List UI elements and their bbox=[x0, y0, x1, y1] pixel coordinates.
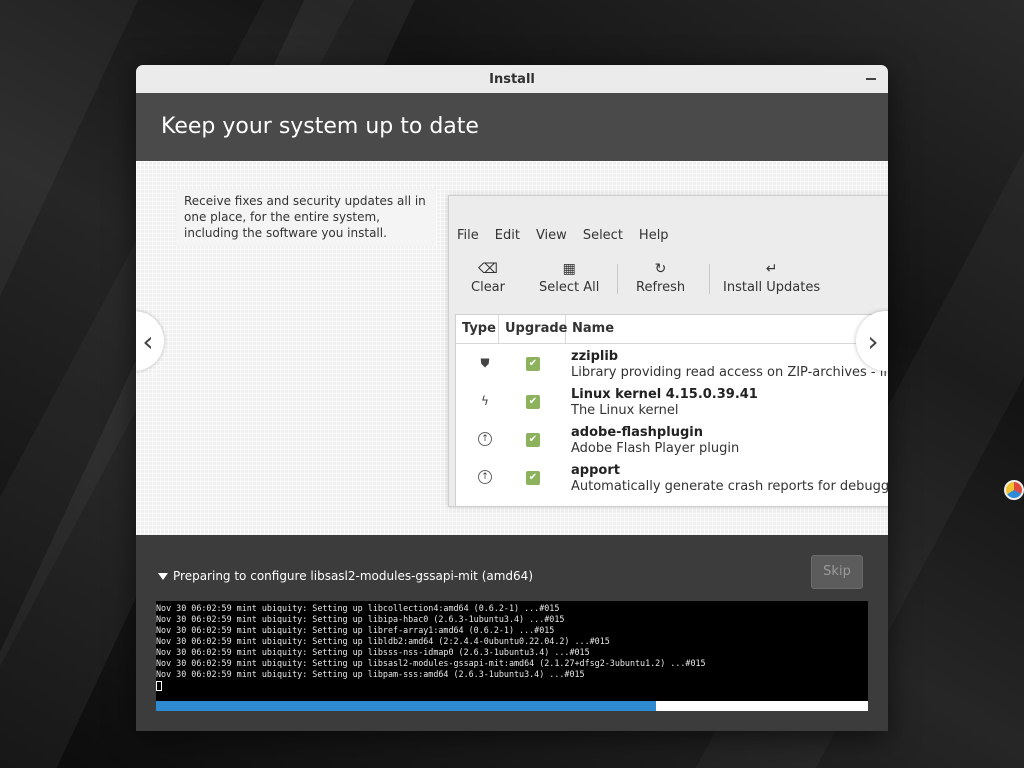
column-type: Type bbox=[456, 315, 499, 343]
menu-view: View bbox=[535, 227, 567, 243]
update-manager-screenshot: File Edit View Select Help ⌫ Clear ▦ Sel… bbox=[448, 195, 888, 507]
refresh-label: Refresh bbox=[636, 280, 686, 295]
table-header: Type Upgrade Name bbox=[456, 315, 888, 344]
backspace-icon: ⌫ bbox=[478, 261, 498, 277]
install-log-terminal[interactable]: Nov 30 06:02:59 mint ubiquity: Setting u… bbox=[156, 601, 868, 701]
table-row: ϟ ✔ Linux kernel 4.15.0.39.41 The Linux … bbox=[456, 382, 888, 420]
install-status-text: Preparing to configure libsasl2-modules-… bbox=[173, 569, 533, 583]
clear-label: Clear bbox=[471, 280, 505, 295]
package-description: Automatically generate crash reports for… bbox=[571, 479, 888, 494]
slide-description: Receive fixes and security updates all i… bbox=[176, 189, 436, 247]
select-all-button: ▦ Select All bbox=[539, 258, 599, 295]
install-icon: ↵ bbox=[765, 261, 778, 277]
menu-select: Select bbox=[582, 227, 623, 243]
chevron-left-icon: ‹ bbox=[142, 324, 154, 358]
log-line: Nov 30 06:02:59 mint ubiquity: Setting u… bbox=[156, 658, 706, 668]
desktop-app-icon[interactable] bbox=[1004, 480, 1024, 500]
menu-edit: Edit bbox=[494, 227, 520, 243]
log-line: Nov 30 06:02:59 mint ubiquity: Setting u… bbox=[156, 647, 590, 657]
progress-bar bbox=[156, 701, 868, 711]
toolbar-separator bbox=[617, 264, 618, 294]
package-name: Linux kernel 4.15.0.39.41 bbox=[571, 387, 758, 402]
log-line: Nov 30 06:02:59 mint ubiquity: Setting u… bbox=[156, 669, 585, 679]
window-titlebar[interactable]: Install bbox=[136, 65, 888, 93]
previous-slide-button[interactable]: ‹ bbox=[136, 311, 164, 371]
checkbox-checked-icon: ✔ bbox=[526, 433, 540, 447]
slide-title: Keep your system up to date bbox=[161, 114, 479, 139]
menu-help: Help bbox=[638, 227, 669, 243]
arrow-up-circle-icon: ↑ bbox=[478, 470, 492, 484]
clear-button: ⌫ Clear bbox=[471, 258, 505, 295]
chevron-right-icon: › bbox=[867, 324, 879, 358]
expander-triangle-icon[interactable] bbox=[158, 572, 168, 580]
table-row: ⛊ ✔ zziplib Library providing read acces… bbox=[456, 344, 888, 382]
install-updates-button: ↵ Install Updates bbox=[723, 258, 820, 295]
menu-file: File bbox=[457, 227, 479, 243]
install-updates-label: Install Updates bbox=[723, 280, 821, 295]
arrow-up-circle-icon: ↑ bbox=[478, 432, 492, 446]
refresh-button: ↻ Refresh bbox=[636, 258, 685, 295]
package-description: Library providing read access on ZIP-arc… bbox=[571, 365, 888, 380]
install-progress-panel: Preparing to configure libsasl2-modules-… bbox=[136, 535, 888, 731]
package-name: zziplib bbox=[571, 349, 619, 364]
skip-button[interactable]: Skip bbox=[811, 555, 863, 589]
select-all-label: Select All bbox=[539, 280, 600, 295]
updates-table: Type Upgrade Name ⛊ ✔ zziplib Library pr… bbox=[455, 314, 888, 506]
package-description: The Linux kernel bbox=[571, 403, 679, 418]
column-upgrade: Upgrade bbox=[499, 315, 567, 343]
terminal-cursor bbox=[156, 680, 162, 691]
checkbox-checked-icon: ✔ bbox=[526, 357, 540, 371]
log-line: Nov 30 06:02:59 mint ubiquity: Setting u… bbox=[156, 636, 610, 646]
window-title: Install bbox=[489, 71, 535, 87]
toolbar-separator bbox=[709, 264, 710, 294]
slide-header: Keep your system up to date bbox=[136, 93, 888, 161]
progress-bar-fill bbox=[156, 701, 656, 711]
package-description: Adobe Flash Player plugin bbox=[571, 441, 740, 456]
shield-icon: ⛊ bbox=[480, 356, 490, 370]
package-name: apport bbox=[571, 463, 620, 478]
menubar: File Edit View Select Help bbox=[449, 220, 888, 250]
install-status[interactable]: Preparing to configure libsasl2-modules-… bbox=[158, 569, 533, 583]
lightning-icon: ϟ bbox=[481, 394, 489, 408]
toolbar: ⌫ Clear ▦ Select All ↻ Refresh ↵ Install… bbox=[449, 250, 888, 310]
checkbox-checked-icon: ✔ bbox=[526, 471, 540, 485]
slideshow: Receive fixes and security updates all i… bbox=[136, 161, 888, 535]
log-line: Nov 30 06:02:59 mint ubiquity: Setting u… bbox=[156, 603, 560, 613]
log-line: Nov 30 06:02:59 mint ubiquity: Setting u… bbox=[156, 614, 565, 624]
table-row: ↑ ✔ adobe-flashplugin Adobe Flash Player… bbox=[456, 420, 888, 458]
installer-window: Install Keep your system up to date Rece… bbox=[136, 65, 888, 731]
minimize-icon[interactable] bbox=[866, 78, 876, 80]
checkbox-checked-icon: ✔ bbox=[526, 395, 540, 409]
select-all-icon: ▦ bbox=[562, 261, 576, 277]
log-line: Nov 30 06:02:59 mint ubiquity: Setting u… bbox=[156, 625, 555, 635]
column-name: Name bbox=[572, 321, 615, 336]
table-row: ↑ ✔ apport Automatically generate crash … bbox=[456, 458, 888, 496]
package-name: adobe-flashplugin bbox=[571, 425, 703, 440]
refresh-icon: ↻ bbox=[654, 261, 667, 277]
